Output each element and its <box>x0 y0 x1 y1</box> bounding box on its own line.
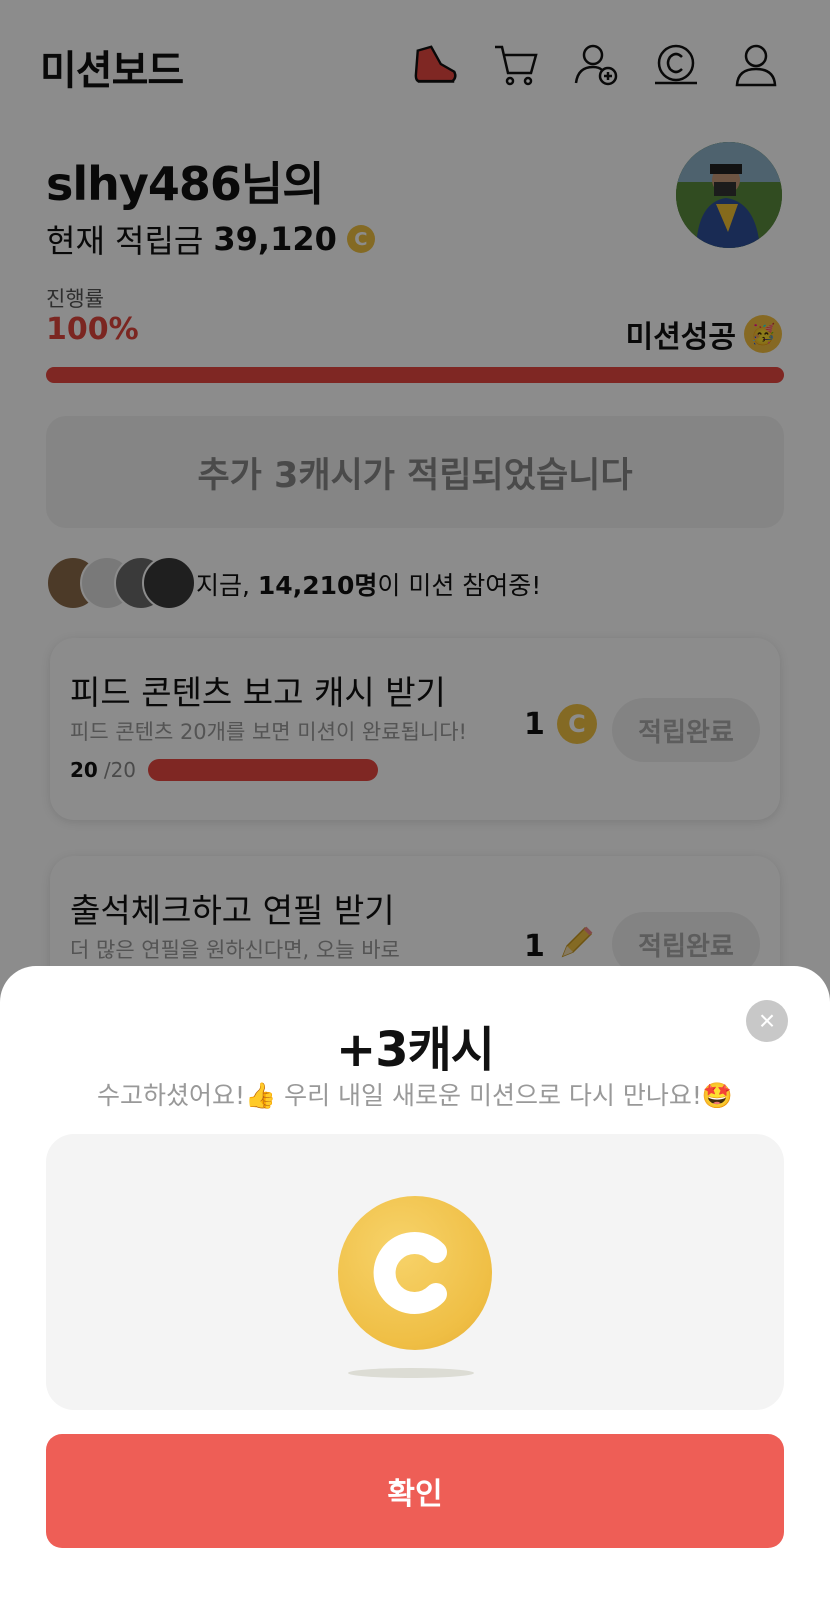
reward-modal: × +3캐시 수고하셨어요!👍 우리 내일 새로운 미션으로 다시 만나요!🤩 … <box>0 966 830 1618</box>
modal-title: +3캐시 <box>336 1022 495 1078</box>
reward-illustration-panel <box>46 1134 784 1410</box>
modal-subtitle: 수고하셨어요!👍 우리 내일 새로운 미션으로 다시 만나요!🤩 <box>97 1081 733 1110</box>
coin-shadow <box>348 1368 474 1378</box>
confirm-button[interactable]: 확인 <box>46 1434 784 1548</box>
coin-icon <box>338 1196 492 1350</box>
